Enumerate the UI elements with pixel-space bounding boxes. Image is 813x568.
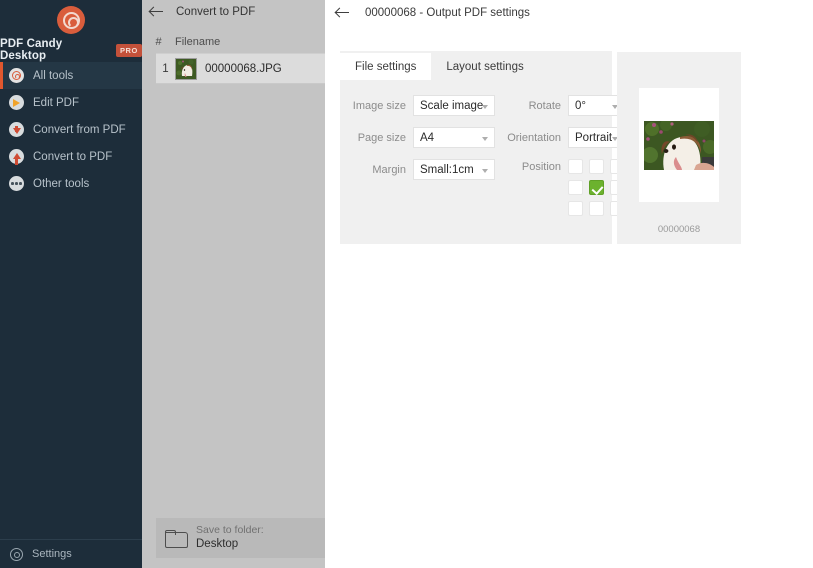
field-label-page-size: Page size: [357, 131, 406, 144]
sidebar-item-label: Edit PDF: [33, 96, 80, 109]
margin-dropdown[interactable]: Small:1cm: [413, 159, 495, 180]
field-image-size: Image size Scale image: [340, 95, 505, 116]
back-arrow-icon[interactable]: [336, 7, 350, 19]
settings-label: Settings: [32, 548, 72, 560]
preview-caption: 00000068: [657, 224, 701, 235]
field-label-position: Position: [521, 161, 561, 173]
preview-page: [639, 88, 719, 202]
field-margin: Margin Small:1cm: [340, 159, 505, 180]
pencil-icon: [9, 95, 24, 110]
table-row[interactable]: 1 00000068.JPG: [156, 54, 325, 84]
save-to-folder-value: Desktop: [196, 538, 239, 551]
field-label-image-size: Image size: [352, 99, 406, 112]
gear-icon: [10, 547, 23, 561]
field-label-margin: Margin: [372, 163, 406, 176]
save-to-folder-bar[interactable]: Save to folder: Desktop: [156, 518, 325, 558]
column-header-number: #: [155, 36, 162, 48]
file-list-column-headers: # Filename: [142, 33, 325, 51]
margin-value: Small:1cm: [420, 163, 474, 176]
rotate-value: 0°: [575, 99, 586, 112]
field-position: Position: [493, 159, 625, 216]
row-filename: 00000068.JPG: [205, 62, 282, 75]
image-size-dropdown[interactable]: Scale image: [413, 95, 495, 116]
tab-file-settings[interactable]: File settings: [340, 53, 432, 80]
brand-name: PDF Candy Desktop: [0, 38, 63, 62]
file-list: 1 00000068.JPG: [156, 53, 325, 84]
ellipsis-icon: [9, 176, 24, 191]
settings-tabs: File settings Layout settings: [340, 53, 539, 80]
row-number: 1: [162, 62, 169, 75]
dog-preview-image: [644, 121, 714, 170]
pro-badge: PRO: [115, 43, 142, 57]
sidebar: PDF Candy Desktop PRO All tools Edit PDF…: [0, 0, 142, 568]
brand-row: PDF Candy Desktop PRO: [0, 38, 142, 62]
chevron-down-icon: [482, 169, 488, 173]
position-cell-middle-center[interactable]: [589, 180, 604, 195]
sidebar-footer: Settings: [0, 539, 142, 568]
back-arrow-icon[interactable]: [150, 6, 164, 18]
sidebar-nav: All tools Edit PDF Convert from PDF Conv…: [0, 62, 142, 197]
field-orientation: Orientation Portrait: [480, 127, 625, 148]
position-cell-bottom-left[interactable]: [568, 201, 583, 216]
page-size-value: A4: [420, 131, 435, 144]
main-panel: 00000068 - Output PDF settings File sett…: [325, 0, 813, 568]
sidebar-item-label: Convert from PDF: [33, 123, 126, 136]
sidebar-item-other-tools[interactable]: Other tools: [0, 170, 142, 197]
save-to-folder-label: Save to folder:: [196, 524, 264, 537]
spiral-icon: [9, 68, 24, 83]
file-panel-title: Convert to PDF: [176, 6, 256, 18]
column-header-filename: Filename: [175, 36, 221, 48]
sidebar-item-label: Convert to PDF: [33, 150, 113, 163]
logo-lollipop-icon: [57, 6, 85, 34]
page-title: 00000068 - Output PDF settings: [365, 7, 530, 19]
field-label-rotate: Rotate: [528, 99, 561, 112]
app-window: PDF Candy Desktop PRO All tools Edit PDF…: [0, 0, 813, 568]
tab-layout-settings[interactable]: Layout settings: [431, 53, 539, 80]
sidebar-item-settings[interactable]: Settings: [0, 540, 142, 568]
arrow-up-icon: [9, 149, 24, 165]
field-rotate: Rotate 0°: [493, 95, 625, 116]
sidebar-item-all-tools[interactable]: All tools: [0, 62, 142, 89]
sidebar-item-convert-to-pdf[interactable]: Convert to PDF: [0, 143, 142, 170]
file-list-panel: Convert to PDF # Filename 1 00000068.JPG…: [142, 0, 325, 568]
field-label-orientation: Orientation: [507, 131, 561, 144]
preview-card: 00000068: [617, 52, 741, 244]
main-header: 00000068 - Output PDF settings: [325, 0, 813, 26]
sidebar-item-label: Other tools: [33, 177, 90, 190]
orientation-value: Portrait: [575, 131, 613, 144]
position-cell-middle-left[interactable]: [568, 180, 583, 195]
folder-icon: [165, 529, 188, 548]
sidebar-item-label: All tools: [33, 69, 74, 82]
sidebar-item-convert-from-pdf[interactable]: Convert from PDF: [0, 116, 142, 143]
position-cell-top-left[interactable]: [568, 159, 583, 174]
image-size-value: Scale image: [420, 99, 484, 112]
arrow-down-icon: [9, 122, 24, 137]
position-cell-bottom-center[interactable]: [589, 201, 604, 216]
position-cell-top-center[interactable]: [589, 159, 604, 174]
file-thumbnail: [175, 57, 197, 80]
chevron-down-icon: [482, 105, 488, 109]
sidebar-item-edit-pdf[interactable]: Edit PDF: [0, 89, 142, 116]
file-panel-header: Convert to PDF: [142, 0, 325, 24]
app-logo: [0, 6, 142, 34]
